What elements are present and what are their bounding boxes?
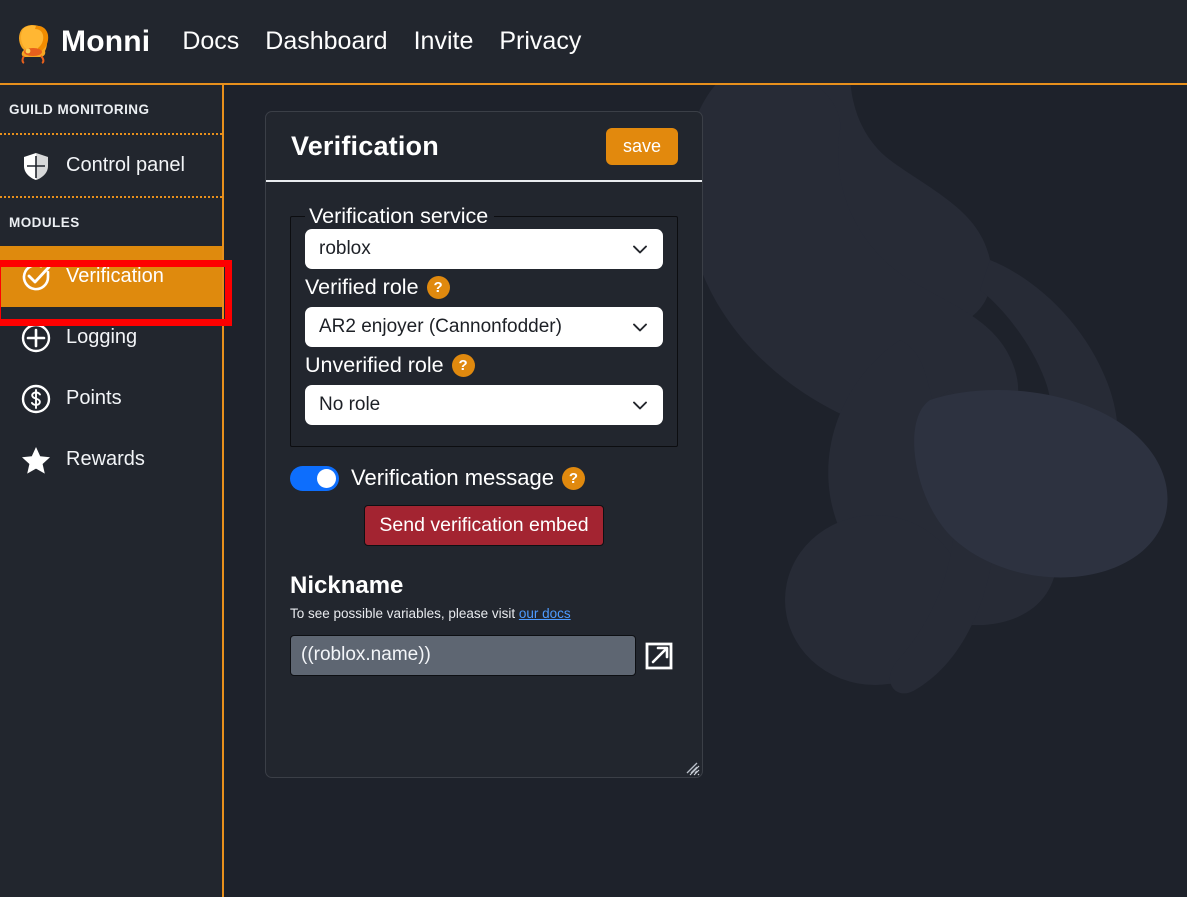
service-select[interactable]: roblox: [305, 229, 663, 269]
help-icon-unverified-role[interactable]: ?: [452, 354, 475, 377]
plus-circle-icon: [20, 322, 52, 354]
check-circle-icon: [20, 261, 52, 293]
verified-role-value: AR2 enjoyer (Cannonfodder): [319, 316, 631, 338]
nickname-title: Nickname: [290, 572, 678, 600]
nav-link-invite[interactable]: Invite: [414, 27, 474, 56]
nav-link-docs[interactable]: Docs: [182, 27, 239, 56]
sidebar-item-logging[interactable]: Logging: [0, 307, 222, 368]
brand[interactable]: Monni: [14, 20, 150, 64]
app-root: Monni Docs Dashboard Invite Privacy GUIL…: [0, 0, 1187, 897]
sidebar-modules-list: Verification Logging Points: [0, 246, 222, 490]
expand-external-icon: [643, 640, 675, 672]
shield-icon: [20, 150, 52, 182]
verification-card: Verification save Verification service r…: [265, 111, 703, 778]
save-button[interactable]: save: [606, 128, 678, 165]
verified-role-label: Verified role: [305, 275, 419, 300]
verified-role-select[interactable]: AR2 enjoyer (Cannonfodder): [305, 307, 663, 347]
sidebar-item-label: Verification: [66, 265, 164, 288]
service-select-value: roblox: [319, 238, 631, 260]
card-header: Verification save: [266, 112, 702, 182]
brand-name: Monni: [61, 25, 150, 59]
nickname-input-row: [290, 635, 678, 676]
help-icon-verification-message[interactable]: ?: [562, 467, 585, 490]
sidebar-section-heading-modules: MODULES: [0, 198, 222, 246]
nickname-hint-text: To see possible variables, please visit: [290, 606, 519, 621]
sidebar: GUILD MONITORING Control panel MODULES V…: [0, 85, 224, 897]
chevron-down-icon: [631, 318, 649, 336]
nav-links: Docs Dashboard Invite Privacy: [182, 27, 581, 56]
verified-role-label-row: Verified role ?: [305, 275, 663, 300]
card-body: Verification service roblox Verified rol…: [266, 182, 702, 676]
sidebar-item-points[interactable]: Points: [0, 368, 222, 429]
unverified-role-value: No role: [319, 394, 631, 416]
nickname-input[interactable]: [290, 635, 636, 676]
unverified-role-label: Unverified role: [305, 353, 444, 378]
dollar-circle-icon: [20, 383, 52, 415]
sidebar-section-heading-guild-monitoring: GUILD MONITORING: [0, 85, 222, 133]
star-icon: [20, 444, 52, 476]
verification-service-legend: Verification service: [305, 204, 494, 229]
chevron-down-icon: [631, 396, 649, 414]
verification-message-row: Verification message ?: [290, 465, 678, 491]
top-navbar: Monni Docs Dashboard Invite Privacy: [0, 0, 1187, 85]
sidebar-item-label: Logging: [66, 326, 137, 349]
sidebar-item-label: Rewards: [66, 448, 145, 471]
page-title: Verification: [291, 131, 439, 162]
nickname-docs-link[interactable]: our docs: [519, 606, 571, 621]
verification-message-toggle[interactable]: [290, 466, 339, 491]
verification-message-label-row: Verification message ?: [351, 465, 585, 491]
nav-link-privacy[interactable]: Privacy: [499, 27, 581, 56]
nav-link-dashboard[interactable]: Dashboard: [265, 27, 387, 56]
nickname-hint: To see possible variables, please visit …: [290, 606, 678, 621]
verification-service-fieldset: Verification service roblox Verified rol…: [290, 204, 678, 447]
mammoth-logo-icon: [14, 20, 52, 64]
sidebar-item-verification[interactable]: Verification: [0, 246, 222, 307]
verification-message-label: Verification message: [351, 465, 554, 491]
sidebar-item-rewards[interactable]: Rewards: [0, 429, 222, 490]
unverified-role-select[interactable]: No role: [305, 385, 663, 425]
expand-editor-button[interactable]: [640, 635, 678, 676]
mascot-watermark: [660, 0, 1187, 860]
chevron-down-icon: [631, 240, 649, 258]
sidebar-item-label: Control panel: [66, 154, 185, 177]
send-verification-embed-button[interactable]: Send verification embed: [364, 505, 603, 546]
help-icon-verified-role[interactable]: ?: [427, 276, 450, 299]
sidebar-item-control-panel[interactable]: Control panel: [0, 135, 222, 196]
sidebar-item-label: Points: [66, 387, 122, 410]
card-resize-handle[interactable]: [684, 760, 698, 774]
toggle-knob: [317, 469, 336, 488]
unverified-role-label-row: Unverified role ?: [305, 353, 663, 378]
